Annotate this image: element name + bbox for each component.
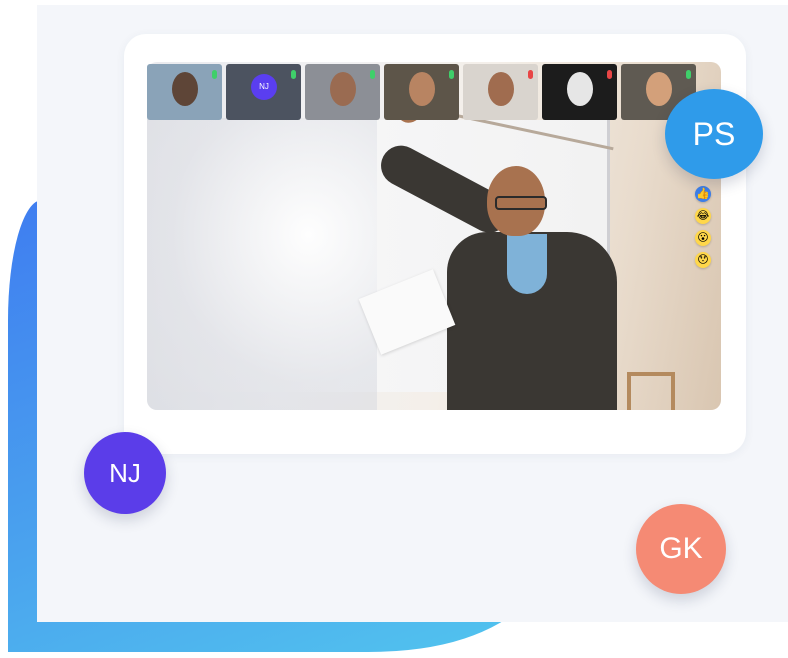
presenter-shirt [507, 234, 547, 294]
reaction-emoji-icon: 😯 [695, 252, 711, 268]
mic-icon [212, 70, 217, 79]
participant-name [305, 110, 380, 118]
mic-icon [291, 70, 296, 79]
mic-icon [370, 70, 375, 79]
participant-face [567, 72, 593, 106]
participant-tile[interactable]: NJ [226, 64, 301, 120]
participant-face [172, 72, 198, 106]
participant-tile[interactable] [305, 64, 380, 120]
participant-name [226, 110, 301, 118]
participant-tile[interactable] [463, 64, 538, 120]
chair [627, 372, 675, 410]
mic-icon [607, 70, 612, 79]
participant-face [409, 72, 435, 106]
participant-tile[interactable] [384, 64, 459, 120]
participant-name [384, 110, 459, 118]
participant-thumbnails: NJ [147, 64, 696, 120]
wall-shade [147, 118, 377, 410]
reaction-emoji-icon: 😂 [695, 208, 711, 224]
reaction-emoji-icon: 😮 [695, 230, 711, 246]
reaction-stack: 👍 😂 😮 😯 [695, 186, 715, 268]
participant-tile[interactable] [147, 64, 222, 120]
presenter-glasses [495, 196, 547, 210]
avatar-ps[interactable]: PS [665, 89, 763, 179]
participant-name [147, 110, 222, 118]
mic-icon [528, 70, 533, 79]
presenter-paper [358, 269, 456, 355]
participant-name [463, 110, 538, 118]
participant-name [542, 110, 617, 118]
presenter-figure [358, 88, 617, 410]
participant-initials: NJ [251, 74, 277, 100]
participant-face [330, 72, 356, 106]
participant-face [646, 72, 672, 106]
avatar-gk[interactable]: GK [636, 504, 726, 594]
participant-face [488, 72, 514, 106]
mic-icon [686, 70, 691, 79]
reaction-emoji-icon: 👍 [695, 186, 711, 202]
mic-icon [449, 70, 454, 79]
participant-tile[interactable] [542, 64, 617, 120]
avatar-nj[interactable]: NJ [84, 432, 166, 514]
